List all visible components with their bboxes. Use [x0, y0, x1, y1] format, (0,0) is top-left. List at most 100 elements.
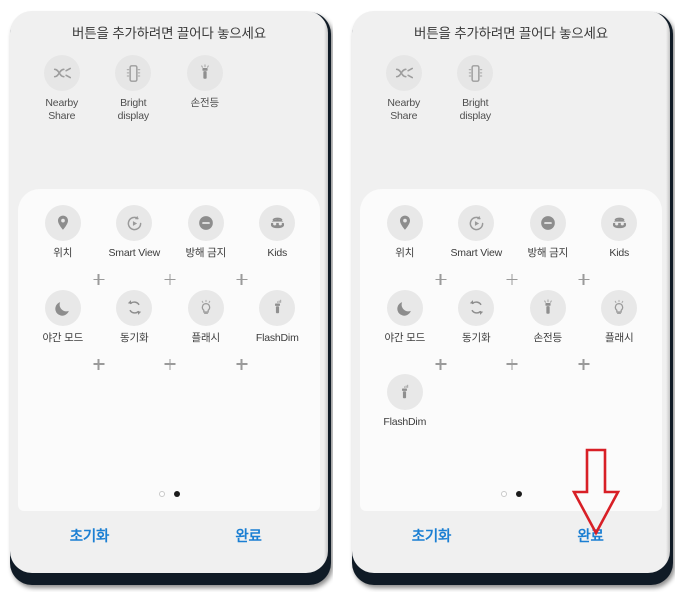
grid-tile-label: 손전등 — [533, 331, 563, 344]
grid-tile-smart-view[interactable]: Smart View — [441, 205, 513, 260]
drop-slot[interactable] — [512, 358, 589, 370]
grid-tile-label: 방해 금지 — [185, 247, 227, 259]
plus-icon — [164, 274, 176, 285]
flash-bulb-icon — [187, 289, 224, 326]
reset-button[interactable]: 초기화 — [352, 525, 511, 546]
drop-slot[interactable] — [369, 358, 446, 370]
grid-tile-label: Smart View — [108, 247, 161, 259]
grid-tile-flash[interactable]: 플래시 — [584, 289, 656, 345]
device-screen: 버튼을 추가하려면 끌어다 놓으세요 Nearby Share Bright d… — [352, 11, 670, 573]
plus-icon — [578, 274, 589, 285]
grid-tile-label: FlashDim — [255, 331, 299, 344]
grid-tile-label: FlashDim — [383, 416, 427, 428]
plus-icon — [236, 358, 247, 370]
quick-settings-grid: 위치 Smart View — [368, 205, 654, 429]
screenshot-root: 버튼을 추가하려면 끌어다 놓으세요 Nearby Share Bright d… — [0, 0, 685, 600]
drop-slot[interactable] — [170, 274, 247, 285]
grid-tile-night-mode[interactable]: 야간 모드 — [369, 289, 441, 345]
flashdim-icon — [386, 374, 423, 410]
grid-tile-flashdim[interactable]: FlashDim — [369, 374, 441, 429]
drop-slot[interactable] — [27, 358, 104, 370]
phone-panel-after: 버튼을 추가하려면 끌어다 놓으세요 Nearby Share Bright d… — [348, 8, 675, 592]
tray-tile-label: Bright display — [459, 97, 491, 122]
available-buttons-tray: Nearby Share Bright display — [368, 55, 654, 122]
page-dot-1[interactable] — [500, 491, 507, 497]
sync-icon — [458, 289, 495, 326]
reset-button[interactable]: 초기화 — [10, 525, 169, 546]
drop-slot[interactable] — [99, 358, 176, 370]
done-button[interactable]: 완료 — [169, 525, 328, 546]
plus-icon — [93, 274, 104, 285]
quick-settings-grid: 위치 Smart View — [26, 205, 312, 374]
grid-row: 위치 Smart View 방해 금지 Kids — [27, 205, 313, 260]
drop-slot[interactable] — [369, 274, 446, 285]
drop-slot[interactable] — [441, 274, 518, 285]
page-dot-2[interactable] — [173, 491, 180, 497]
grid-tile-do-not-disturb[interactable]: 방해 금지 — [170, 205, 242, 260]
grid-tile-label: 위치 — [395, 247, 415, 259]
action-bar: 초기화 완료 — [352, 511, 670, 559]
grid-tile-sync[interactable]: 동기화 — [99, 289, 171, 345]
page-dot-2[interactable] — [515, 491, 522, 497]
grid-row: 야간 모드 — [369, 289, 656, 345]
grid-tile-kids[interactable]: Kids — [242, 205, 314, 260]
smart-view-icon — [458, 205, 495, 241]
do-not-disturb-icon — [187, 205, 224, 241]
grid-tile-label: Smart View — [450, 247, 503, 259]
grid-tile-label: 위치 — [53, 247, 73, 259]
done-button[interactable]: 완료 — [511, 525, 670, 546]
page-title: 버튼을 추가하려면 끌어다 놓으세요 — [72, 26, 266, 41]
smart-view-icon — [116, 205, 153, 241]
grid-tile-label: 동기화 — [462, 331, 491, 344]
drop-slot[interactable] — [170, 358, 247, 370]
available-buttons-tray: Nearby Share Bright display — [26, 55, 312, 122]
tray-tile-nearby-share[interactable]: Nearby Share — [368, 55, 440, 122]
flashlight-icon — [529, 289, 566, 326]
bright-display-icon — [457, 55, 494, 91]
grid-tile-location[interactable]: 위치 — [369, 205, 441, 260]
nearby-share-icon — [385, 55, 422, 91]
grid-tile-label: 야간 모드 — [42, 331, 84, 344]
tray-tile-bright-display[interactable]: Bright display — [440, 55, 512, 122]
plus-icon — [506, 274, 518, 285]
grid-row: 야간 모드 — [27, 289, 314, 345]
drop-slot[interactable] — [441, 358, 518, 370]
grid-tile-flash[interactable]: 플래시 — [170, 289, 242, 345]
grid-row: FlashDim — [369, 374, 655, 429]
tray-tile-nearby-share[interactable]: Nearby Share — [26, 55, 98, 122]
page-dot-1[interactable] — [158, 491, 165, 497]
tray-tile-label: Bright display — [117, 97, 149, 122]
location-pin-icon — [386, 205, 423, 241]
plus-icon — [578, 358, 589, 370]
tray-tile-label: Nearby Share — [387, 97, 421, 122]
tray-tile-flashlight[interactable]: 손전등 — [169, 55, 241, 122]
grid-tile-flashlight[interactable]: 손전등 — [512, 289, 584, 345]
grid-tile-night-mode[interactable]: 야간 모드 — [27, 289, 99, 345]
plus-icon — [506, 358, 518, 370]
page-indicator — [360, 491, 662, 497]
bright-display-icon — [115, 55, 152, 91]
grid-tile-label: 방해 금지 — [527, 247, 569, 259]
grid-tile-location[interactable]: 위치 — [27, 205, 99, 260]
tray-tile-label: Nearby Share — [45, 97, 79, 122]
night-mode-icon — [44, 289, 81, 326]
plus-icon — [236, 274, 247, 285]
kids-mode-icon — [259, 205, 296, 241]
grid-tile-sync[interactable]: 동기화 — [441, 289, 513, 345]
drop-slot[interactable] — [512, 274, 589, 285]
sync-icon — [116, 289, 153, 326]
grid-tile-label: Kids — [267, 247, 288, 259]
drop-slot-row — [27, 354, 313, 374]
drop-slot-row — [27, 270, 313, 290]
drop-slot[interactable] — [99, 274, 176, 285]
quick-panel-card: 위치 Smart View — [360, 189, 662, 511]
grid-tile-do-not-disturb[interactable]: 방해 금지 — [512, 205, 584, 260]
drop-slot[interactable] — [27, 274, 104, 285]
grid-tile-smart-view[interactable]: Smart View — [99, 205, 171, 260]
plus-icon — [435, 358, 446, 370]
phone-panel-before: 버튼을 추가하려면 끌어다 놓으세요 Nearby Share Bright d… — [6, 8, 333, 592]
tray-tile-bright-display[interactable]: Bright display — [98, 55, 170, 122]
grid-tile-flashdim[interactable]: FlashDim — [242, 289, 314, 345]
device-screen: 버튼을 추가하려면 끌어다 놓으세요 Nearby Share Bright d… — [10, 11, 328, 573]
grid-tile-kids[interactable]: Kids — [584, 205, 656, 260]
